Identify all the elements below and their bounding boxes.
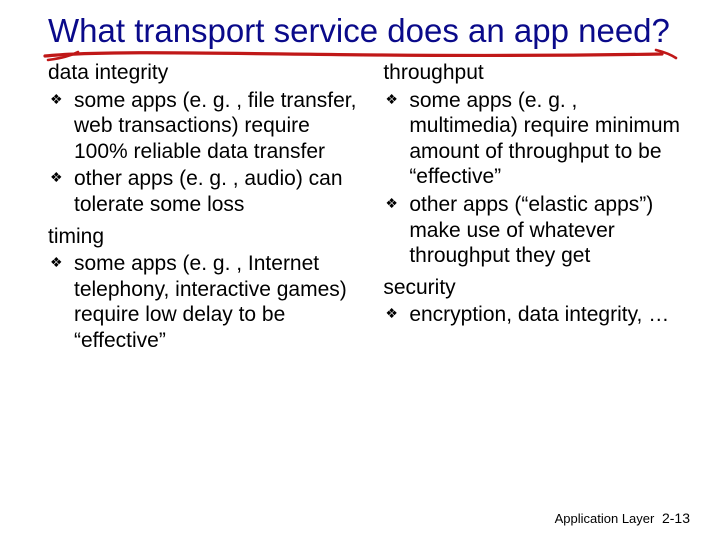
- list-item: other apps (“elastic apps”) make use of …: [383, 192, 686, 269]
- section-heading: security: [383, 275, 686, 301]
- list-item-text: some apps (e. g. , Internet telephony, i…: [74, 252, 347, 352]
- list-item-text: encryption, data integrity, …: [409, 303, 669, 326]
- footer-page-number: 2-13: [662, 510, 690, 526]
- list-item: encryption, data integrity, …: [383, 302, 686, 328]
- left-column: data integrity some apps (e. g. , file t…: [48, 60, 363, 360]
- footer-label: Application Layer: [555, 511, 655, 526]
- list-item-text: other apps (e. g. , audio) can tolerate …: [74, 167, 343, 216]
- bullet-list: some apps (e. g. , file transfer, web tr…: [48, 88, 363, 218]
- content-columns: data integrity some apps (e. g. , file t…: [48, 60, 686, 360]
- list-item-text: some apps (e. g. , file transfer, web tr…: [74, 89, 356, 163]
- list-item-text: some apps (e. g. , multimedia) require m…: [409, 89, 680, 189]
- bullet-list: some apps (e. g. , multimedia) require m…: [383, 88, 686, 269]
- list-item: some apps (e. g. , Internet telephony, i…: [48, 251, 363, 353]
- title-underline: [48, 46, 686, 54]
- hand-drawn-underline-icon: [42, 46, 682, 66]
- list-item-text: other apps (“elastic apps”) make use of …: [409, 193, 653, 267]
- slide-title: What transport service does an app need?: [48, 10, 686, 50]
- bullet-list: some apps (e. g. , Internet telephony, i…: [48, 251, 363, 353]
- right-column: throughput some apps (e. g. , multimedia…: [383, 60, 686, 360]
- section-heading: timing: [48, 224, 363, 250]
- list-item: some apps (e. g. , multimedia) require m…: [383, 88, 686, 190]
- list-item: some apps (e. g. , file transfer, web tr…: [48, 88, 363, 165]
- slide: What transport service does an app need?…: [0, 0, 720, 540]
- list-item: other apps (e. g. , audio) can tolerate …: [48, 166, 363, 217]
- bullet-list: encryption, data integrity, …: [383, 302, 686, 328]
- slide-footer: Application Layer 2-13: [555, 510, 690, 526]
